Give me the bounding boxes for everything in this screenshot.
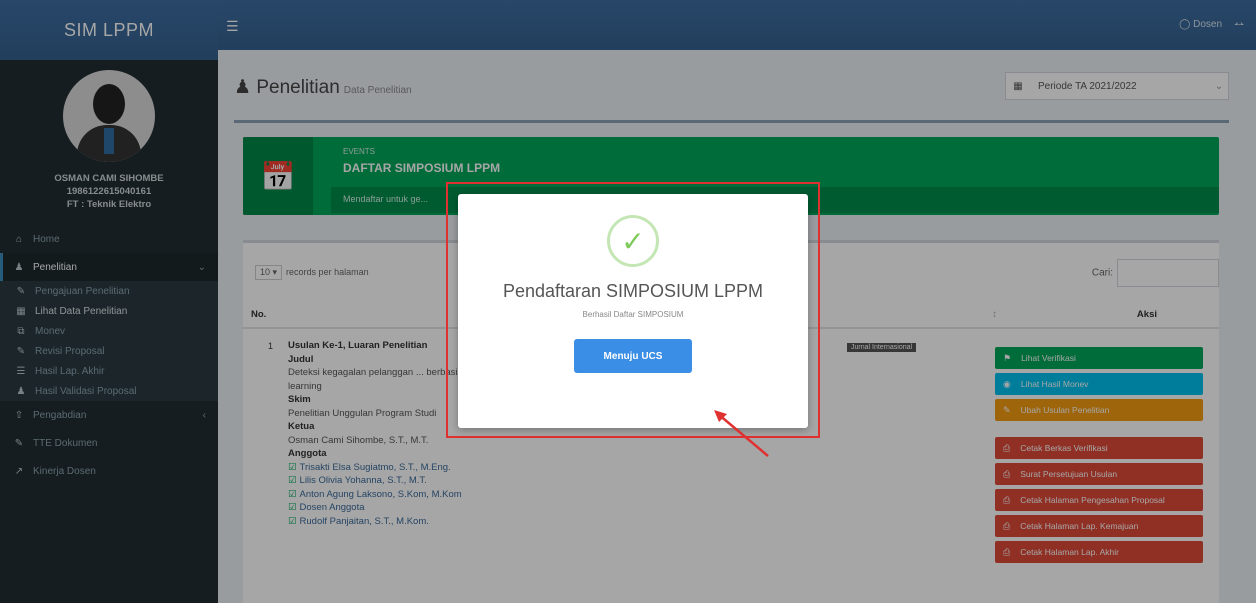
success-check-icon: ✓ (607, 215, 659, 267)
annotation-arrow-icon (714, 410, 769, 457)
success-modal: ✓ Pendaftaran SIMPOSIUM LPPM Berhasil Da… (458, 194, 808, 428)
modal-title: Pendaftaran SIMPOSIUM LPPM (502, 281, 764, 301)
modal-text: Berhasil Daftar SIMPOSIUM (582, 310, 684, 319)
menuju-ucs-button[interactable]: Menuju UCS (574, 339, 692, 373)
